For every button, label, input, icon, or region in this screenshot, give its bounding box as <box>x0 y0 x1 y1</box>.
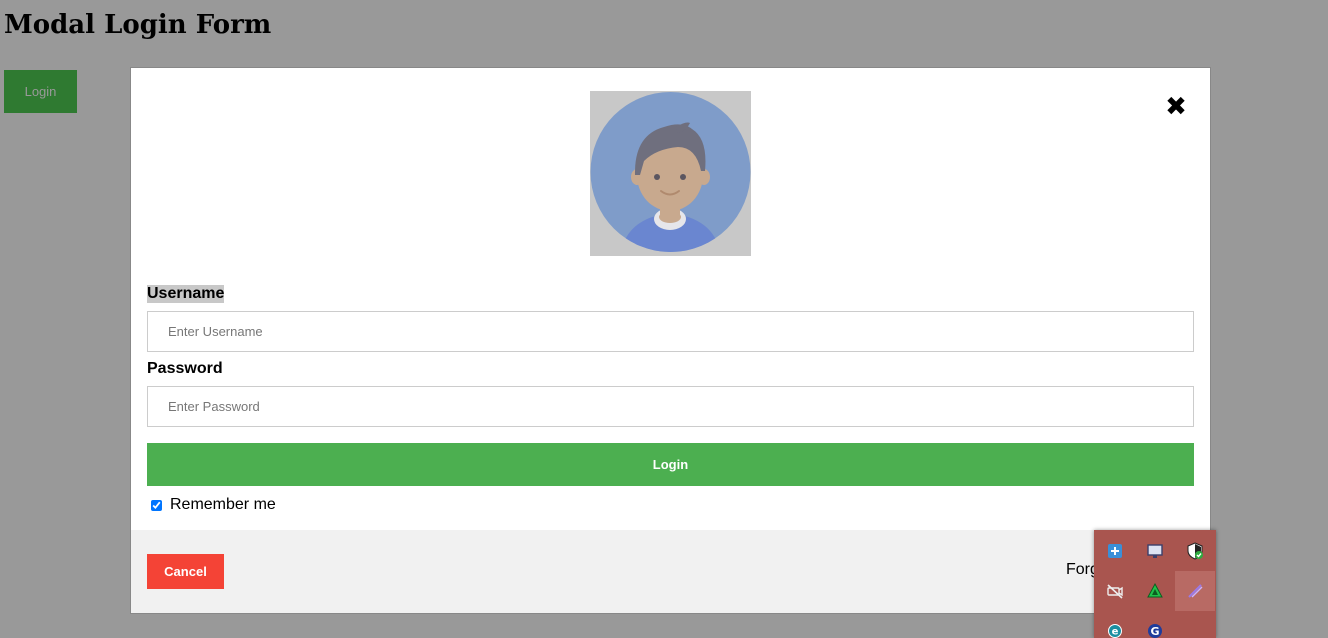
tray-item-pen[interactable] <box>1175 571 1215 611</box>
pen-icon <box>1188 584 1203 598</box>
avatar-icon <box>590 92 751 252</box>
shield-check-icon <box>1187 542 1203 560</box>
tray-item-network[interactable] <box>1095 531 1135 571</box>
avatar <box>590 91 751 256</box>
monitor-icon <box>1147 544 1163 558</box>
tray-item-edge[interactable]: e <box>1095 611 1135 638</box>
password-input[interactable] <box>147 386 1194 427</box>
remember-checkbox[interactable] <box>151 499 162 511</box>
remember-label: Remember me <box>170 496 276 513</box>
page-title: Modal Login Form <box>4 10 272 40</box>
tray-item-triangle[interactable] <box>1135 571 1175 611</box>
login-submit-button[interactable]: Login <box>147 443 1194 486</box>
tray-item-security[interactable] <box>1175 531 1215 571</box>
login-modal: ✖ Username Password Login <box>130 67 1211 614</box>
modal-footer: Cancel Forgot password? <box>131 530 1210 613</box>
triangle-app-icon <box>1147 582 1163 598</box>
tray-item-g-app[interactable]: G <box>1135 611 1175 638</box>
edge-browser-icon: e <box>1108 624 1122 638</box>
cancel-button[interactable]: Cancel <box>147 554 224 589</box>
tray-item-monitor[interactable] <box>1135 531 1175 571</box>
svg-text:G: G <box>1150 625 1159 638</box>
system-tray-overflow: e G <box>1094 530 1216 638</box>
password-label: Password <box>147 360 223 377</box>
open-login-button[interactable]: Login <box>4 70 77 113</box>
close-icon[interactable]: ✖ <box>1164 94 1188 120</box>
network-app-icon <box>1108 544 1122 558</box>
g-app-icon: G <box>1148 624 1162 638</box>
username-input[interactable] <box>147 311 1194 352</box>
remember-me[interactable]: Remember me <box>151 496 276 514</box>
svg-text:e: e <box>1112 627 1119 638</box>
username-label: Username <box>147 285 225 303</box>
no-camera-icon <box>1107 584 1123 599</box>
tray-item-camera[interactable] <box>1095 571 1135 611</box>
